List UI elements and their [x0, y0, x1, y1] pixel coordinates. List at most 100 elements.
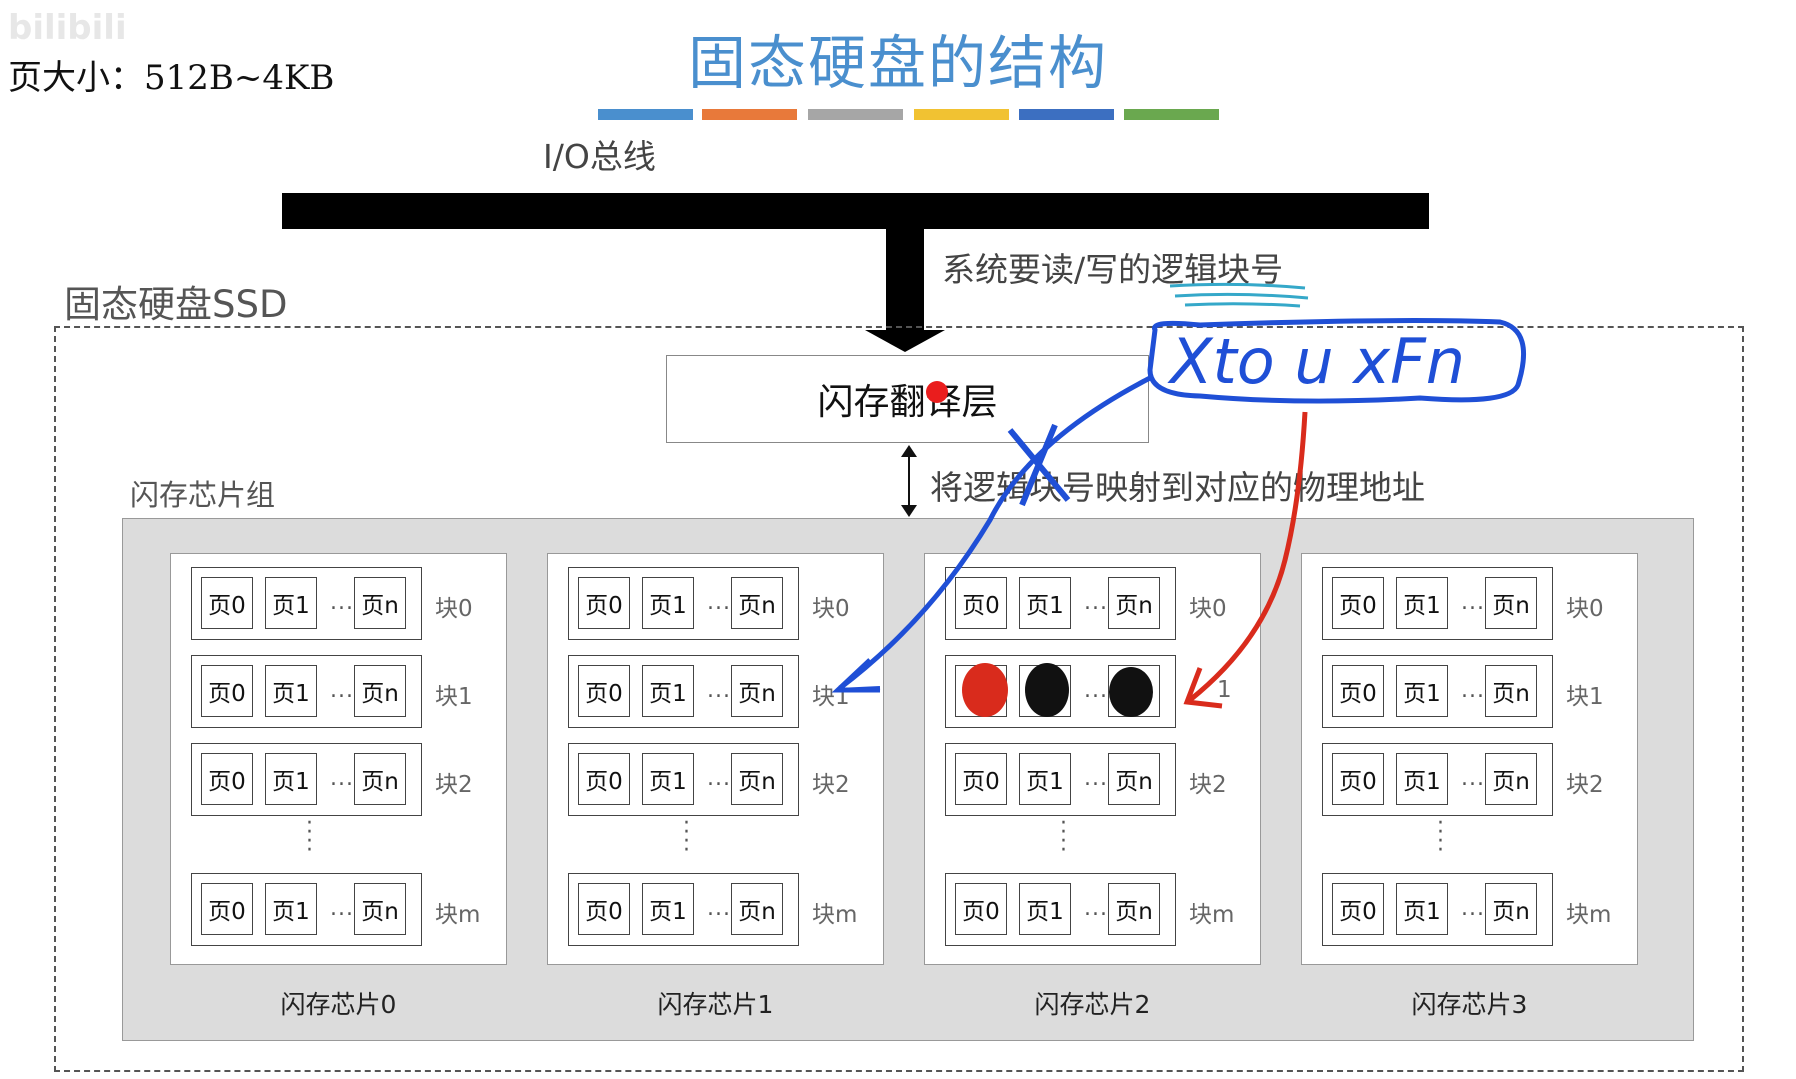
vertical-ellipsis: · · · · [1060, 811, 1067, 863]
page-ellipsis: ... [1084, 766, 1108, 791]
block-label: 块m [1189, 902, 1235, 928]
flash-page: 页1 [1396, 665, 1448, 717]
read-write-label: 系统要读/写的逻辑块号 [942, 250, 1284, 289]
flash-block: 页0 页1 页n... [191, 655, 422, 728]
flash-block: 页0 页1 页n... [568, 743, 799, 816]
page-ellipsis: ... [1461, 766, 1485, 791]
flash-page: 页n [731, 665, 783, 717]
page-ellipsis: ... [1461, 590, 1485, 615]
flash-block: 页0 页1 页n... [945, 567, 1176, 640]
chip-label: 闪存芯片1 [657, 990, 774, 1019]
page-ellipsis: ... [707, 590, 731, 615]
page-ellipsis: ... [330, 766, 354, 791]
block-label: 块m [1566, 902, 1612, 928]
vertical-ellipsis: · · · · [1437, 811, 1444, 863]
page-ellipsis: ... [707, 766, 731, 791]
flash-page: 页1 [642, 577, 694, 629]
flash-page: 页1 [1019, 577, 1071, 629]
flash-block: 页0 页1 页n... [191, 873, 422, 946]
flash-page: 页n [354, 665, 406, 717]
flash-block: 页0 页1 页n... [1322, 743, 1553, 816]
flash-page: 页0 [578, 577, 630, 629]
flash-page: 页1 [265, 753, 317, 805]
block-label: 块m [435, 902, 481, 928]
flash-page: 页0 [955, 577, 1007, 629]
flash-page: 页0 [1332, 753, 1384, 805]
block-label: 块m [812, 902, 858, 928]
block-label: 块2 [812, 772, 850, 798]
flash-block: 页0 页1 页n... [945, 873, 1176, 946]
chip-group-label: 闪存芯片组 [130, 478, 276, 512]
flash-block: 页0 页1 页n... [945, 743, 1176, 816]
page-ellipsis: ... [330, 678, 354, 703]
flash-page: 页1 [642, 665, 694, 717]
block-label: 块0 [1566, 596, 1604, 622]
flash-page: 页1 [642, 753, 694, 805]
flash-page: 页0 [201, 665, 253, 717]
flash-page: 页n [354, 577, 406, 629]
flash-page: 页n [1485, 753, 1537, 805]
flash-page: 页1 [1396, 753, 1448, 805]
block-label: 块0 [1189, 596, 1227, 622]
flash-page: 页n [1485, 577, 1537, 629]
block-label: 块1 [812, 684, 850, 710]
flash-page: 页1 [265, 883, 317, 935]
io-bus [282, 193, 1429, 229]
flash-page: 页0 [201, 883, 253, 935]
page-title: 固态硬盘的结构 [687, 29, 1108, 97]
flash-page: 页0 [955, 753, 1007, 805]
flash-block: 页0 页1 页n... [1322, 655, 1553, 728]
flash-page: 页1 [265, 665, 317, 717]
flash-chip: 页0 页1 页n... 块0 页0 页1 页n... 块1 页0 页1 页n... 块2 页0 页1 页n.… [547, 553, 884, 965]
flash-page: 页n [1485, 665, 1537, 717]
vertical-ellipsis: · · · · [683, 811, 690, 863]
block-label: 块2 [435, 772, 473, 798]
flash-page: 页0 [1332, 883, 1384, 935]
ssd-label: 固态硬盘SSD [64, 283, 288, 326]
color-bar [808, 109, 903, 120]
chip-label: 闪存芯片0 [280, 990, 397, 1019]
mapping-label: 将逻辑块号映射到对应的物理地址 [930, 468, 1425, 507]
flash-block: 页0 页1 页n... [568, 873, 799, 946]
flash-page: 页n [354, 753, 406, 805]
page-ellipsis: ... [1461, 896, 1485, 921]
underline-annotation-3 [1184, 302, 1301, 308]
page-ellipsis: ... [707, 896, 731, 921]
color-bar [914, 109, 1009, 120]
mapping-double-arrow [901, 445, 917, 517]
page-ellipsis: ... [330, 896, 354, 921]
block-label: 1 [1217, 677, 1232, 703]
flash-page: 页n [1485, 883, 1537, 935]
color-bar [702, 109, 797, 120]
block-label: 块1 [1566, 684, 1604, 710]
flash-page: 页0 [578, 753, 630, 805]
color-bar [598, 109, 693, 120]
flash-page: 页n [1108, 753, 1160, 805]
flash-page: 页0 [955, 883, 1007, 935]
color-bar [1019, 109, 1114, 120]
vertical-ellipsis: · · · · [306, 811, 313, 863]
underline-annotation-2 [1174, 292, 1309, 300]
flash-page: 页n [354, 883, 406, 935]
flash-page: 页0 [201, 577, 253, 629]
ftl-label: 闪存翻译层 [817, 382, 998, 423]
page-ellipsis: ... [1084, 896, 1108, 921]
block-label: 块0 [812, 596, 850, 622]
page-ellipsis: ... [330, 590, 354, 615]
flash-page: 页n [731, 577, 783, 629]
flash-page: 页n [1108, 883, 1160, 935]
flash-page: 页1 [1019, 883, 1071, 935]
flash-page: 页0 [201, 753, 253, 805]
block-label: 块2 [1189, 772, 1227, 798]
flash-page: 页n [1108, 577, 1160, 629]
io-bus-label: I/O总线 [543, 137, 656, 176]
flash-page [1019, 665, 1071, 717]
flash-page: 页0 [1332, 577, 1384, 629]
flash-block: ... [945, 655, 1176, 728]
flash-page: 页n [731, 883, 783, 935]
page-ellipsis: ... [707, 678, 731, 703]
chip-label: 闪存芯片3 [1411, 990, 1528, 1019]
flash-page: 页1 [1019, 753, 1071, 805]
flash-page: 页0 [578, 665, 630, 717]
flash-chip: 页0 页1 页n... 块0... 1 页0 页1 页n... 块2 页0 页1 页n... 块m · · ·… [924, 553, 1261, 965]
